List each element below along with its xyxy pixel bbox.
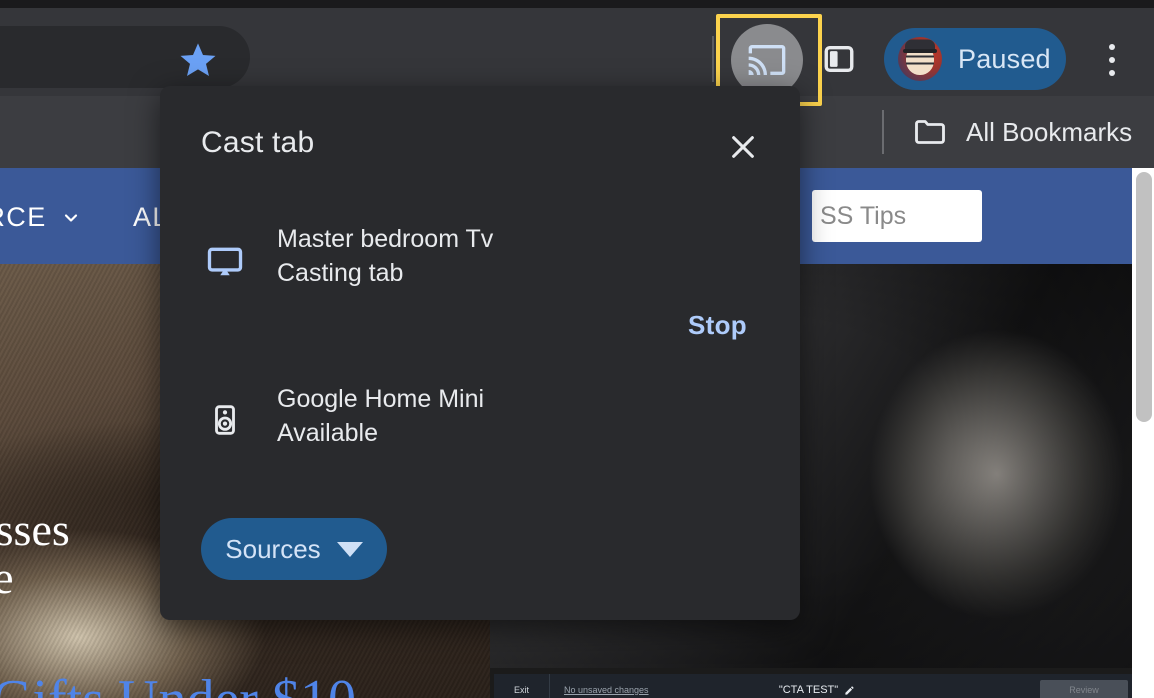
cast-device-row[interactable]: Master bedroom Tv Casting tab (160, 222, 800, 302)
bookmark-star-icon[interactable] (178, 40, 218, 80)
cast-stop-button[interactable]: Stop (688, 310, 768, 341)
toolbar-divider (712, 36, 714, 82)
site-search-placeholder: SS Tips (820, 201, 907, 230)
browser-window: Paused All Bookmarks ERCE AL SS Tips (0, 0, 1154, 698)
folder-icon (915, 120, 945, 144)
cast-device-name: Master bedroom Tv (277, 225, 494, 253)
cast-device-status: Available (277, 419, 379, 447)
hero-left-title-link[interactable]: Gifts Under $10 Exchange (0, 668, 512, 698)
caret-down-icon (336, 541, 363, 557)
cast-dialog: Cast tab Master bedroom Tv Casting tab S… (160, 86, 800, 620)
page-scrollbar-thumb[interactable] (1136, 172, 1152, 422)
chevron-down-icon (64, 213, 77, 222)
profile-button[interactable]: Paused (884, 28, 1066, 90)
bookmarks-divider (882, 110, 884, 154)
browser-toolbar: Paused (0, 8, 1154, 106)
three-dot-menu-icon[interactable] (1098, 41, 1126, 79)
site-search-input[interactable]: SS Tips (812, 190, 982, 242)
editor-action-button[interactable]: Review (1040, 680, 1128, 698)
site-nav-item-label: ERCE (0, 202, 47, 232)
monitor-icon (205, 242, 245, 282)
sources-button-label: Sources (225, 533, 321, 564)
pencil-icon (845, 685, 854, 695)
cast-device-name: Google Home Mini (277, 385, 485, 413)
tab-strip (0, 0, 1154, 8)
all-bookmarks-label: All Bookmarks (966, 116, 1133, 147)
all-bookmarks-button[interactable]: All Bookmarks (912, 105, 1132, 159)
site-nav-item-commerce[interactable]: ERCE (0, 202, 81, 233)
editor-toolbar: Exit No unsaved changes "CTA TEST" Revie… (494, 674, 1140, 698)
side-panel-button[interactable] (820, 40, 858, 78)
profile-status-label: Paused (958, 43, 1051, 74)
avatar-icon (898, 37, 942, 81)
cast-device-row[interactable]: Google Home Mini Available (160, 382, 800, 462)
editor-title-label: "CTA TEST" (778, 684, 839, 696)
speaker-icon (205, 400, 245, 440)
cast-dialog-title: Cast tab (201, 126, 315, 159)
sources-button[interactable]: Sources (201, 518, 387, 580)
close-icon[interactable] (723, 127, 763, 167)
cast-device-status: Casting tab (277, 259, 404, 287)
